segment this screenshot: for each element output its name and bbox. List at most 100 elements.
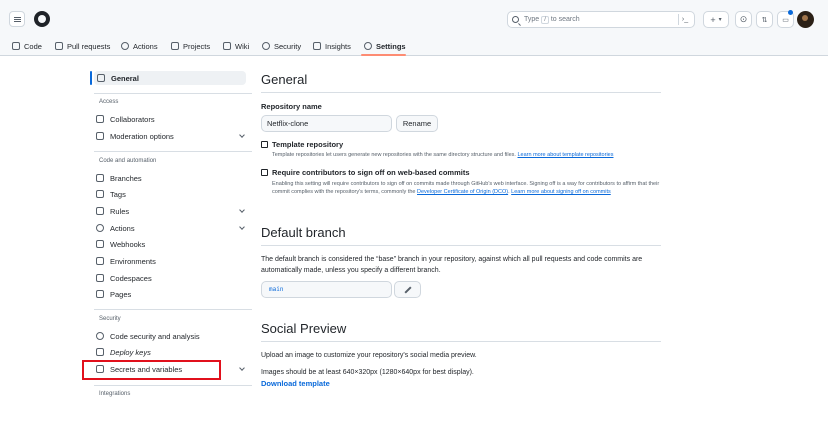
default-branch-description: The default branch is considered the “ba… <box>261 256 643 274</box>
sidebar-item-label: Actions <box>110 223 135 233</box>
global-header: Type / to search ›_ + ▾ ⊙ ⇅ ▭ <box>0 0 828 36</box>
divider <box>261 341 661 342</box>
page-title: General <box>261 72 308 87</box>
sidebar-item-label: General <box>111 73 139 83</box>
tab-projects[interactable]: Projects <box>171 40 210 52</box>
sidebar-item-label: Pages <box>110 289 132 299</box>
tab-code[interactable]: Code <box>12 40 42 52</box>
avatar[interactable] <box>797 11 814 28</box>
tab-label: Security <box>274 41 302 51</box>
download-template-link[interactable]: Download template <box>261 379 330 388</box>
sidebar-item-label: Branches <box>110 173 142 183</box>
social-preview-description: Upload an image to customize your reposi… <box>261 352 477 359</box>
plus-icon: + <box>710 14 716 25</box>
divider <box>94 385 252 386</box>
sidebar-item-branches[interactable]: Branches <box>96 171 248 185</box>
gear-icon <box>97 74 105 82</box>
branch-icon <box>96 174 104 182</box>
signoff-label: Require contributors to sign off on web-… <box>272 168 470 177</box>
template-repository-checkbox[interactable] <box>261 141 268 148</box>
search-placeholder-post: to search <box>550 16 580 23</box>
key-icon <box>96 348 104 356</box>
tab-wiki[interactable]: Wiki <box>223 40 249 52</box>
sidebar-item-environments[interactable]: Environments <box>96 254 248 268</box>
sidebar-item-deploy-keys[interactable]: Deploy keys <box>96 345 248 359</box>
active-tab-indicator <box>361 54 406 56</box>
tab-actions[interactable]: Actions <box>121 40 158 52</box>
sidebar-item-label: Tags <box>110 189 126 199</box>
sidebar-item-pages[interactable]: Pages <box>96 287 248 301</box>
sidebar-item-label: Rules <box>110 206 130 216</box>
hamburger-icon <box>13 18 21 20</box>
code-icon <box>12 42 20 50</box>
edit-branch-button[interactable] <box>394 281 421 298</box>
codescan-icon <box>96 332 104 340</box>
signoff-description: Enabling this setting will require contr… <box>272 181 660 195</box>
dco-link[interactable]: Developer Certificate of Origin (DCO) <box>417 189 508 195</box>
search-input[interactable]: Type / to search ›_ <box>507 11 695 28</box>
sidebar-group-code: Code and automation <box>99 158 157 164</box>
divider <box>261 92 661 93</box>
tag-icon <box>96 190 104 198</box>
gear-icon <box>364 42 372 50</box>
sidebar-item-tags[interactable]: Tags <box>96 187 248 201</box>
search-placeholder-pre: Type <box>524 16 540 23</box>
browser-icon <box>96 290 104 298</box>
sidebar-group-access: Access <box>99 99 119 105</box>
rename-button[interactable]: Rename <box>396 115 438 132</box>
active-item-indicator <box>90 71 92 85</box>
repo-name-label: Repository name <box>261 102 322 111</box>
tab-security[interactable]: Security <box>262 40 301 52</box>
pull-request-icon <box>55 42 63 50</box>
repo-name-input[interactable]: Netflix-clone <box>261 115 392 132</box>
chevron-down-icon <box>239 207 245 213</box>
learn-more-signoff-link[interactable]: Learn more about signing off on commits <box>511 189 611 195</box>
divider <box>261 245 661 246</box>
tab-label: Settings <box>376 41 406 51</box>
tab-settings[interactable]: Settings <box>364 40 406 52</box>
rules-icon <box>96 207 104 215</box>
codespaces-icon <box>96 274 104 282</box>
wiki-icon <box>223 42 231 50</box>
description-text: Template repositories let users generate… <box>272 152 516 158</box>
sidebar-item-actions[interactable]: Actions <box>96 221 248 235</box>
sidebar-item-code-security[interactable]: Code security and analysis <box>96 329 248 343</box>
highlight-annotation <box>82 360 221 380</box>
social-preview-size-hint: Images should be at least 640×320px (128… <box>261 369 474 376</box>
sidebar-item-collaborators[interactable]: Collaborators <box>96 112 248 126</box>
sidebar-item-label: Webhooks <box>110 239 146 249</box>
webhook-icon <box>96 240 104 248</box>
social-preview-title: Social Preview <box>261 321 347 336</box>
pull-requests-button[interactable]: ⇅ <box>756 11 773 28</box>
sidebar-item-label: Deploy keys <box>110 347 151 357</box>
learn-more-template-link[interactable]: Learn more about template repositories <box>517 152 613 158</box>
tab-label: Wiki <box>235 41 250 51</box>
chevron-down-icon <box>239 365 245 371</box>
sidebar-item-rules[interactable]: Rules <box>96 204 248 218</box>
sidebar-item-webhooks[interactable]: Webhooks <box>96 237 248 251</box>
create-new-button[interactable]: + ▾ <box>703 11 729 28</box>
sidebar-item-label: Moderation options <box>110 131 174 141</box>
projects-icon <box>171 42 179 50</box>
menu-button[interactable] <box>9 11 25 27</box>
tab-pull-requests[interactable]: Pull requests <box>55 40 110 52</box>
issues-button[interactable]: ⊙ <box>735 11 752 28</box>
tab-insights[interactable]: Insights <box>313 40 351 52</box>
tab-label: Code <box>24 41 42 51</box>
sidebar-item-label: Codespaces <box>110 273 152 283</box>
sidebar-item-codespaces[interactable]: Codespaces <box>96 271 248 285</box>
chevron-down-icon: ▾ <box>718 17 722 23</box>
github-logo-icon[interactable] <box>34 11 50 27</box>
sidebar-item-label: Collaborators <box>110 114 155 124</box>
sidebar-item-general[interactable]: General <box>94 71 246 85</box>
search-icon <box>512 16 519 23</box>
comment-icon <box>96 132 104 140</box>
pencil-icon <box>403 285 412 294</box>
sidebar-item-label: Environments <box>110 256 156 266</box>
pull-request-icon: ⇅ <box>761 16 768 24</box>
terminal-icon[interactable]: ›_ <box>678 14 691 25</box>
sidebar-group-integrations: Integrations <box>99 391 131 397</box>
sidebar-group-security: Security <box>99 316 121 322</box>
sidebar-item-moderation[interactable]: Moderation options <box>96 129 248 143</box>
signoff-checkbox[interactable] <box>261 169 268 176</box>
